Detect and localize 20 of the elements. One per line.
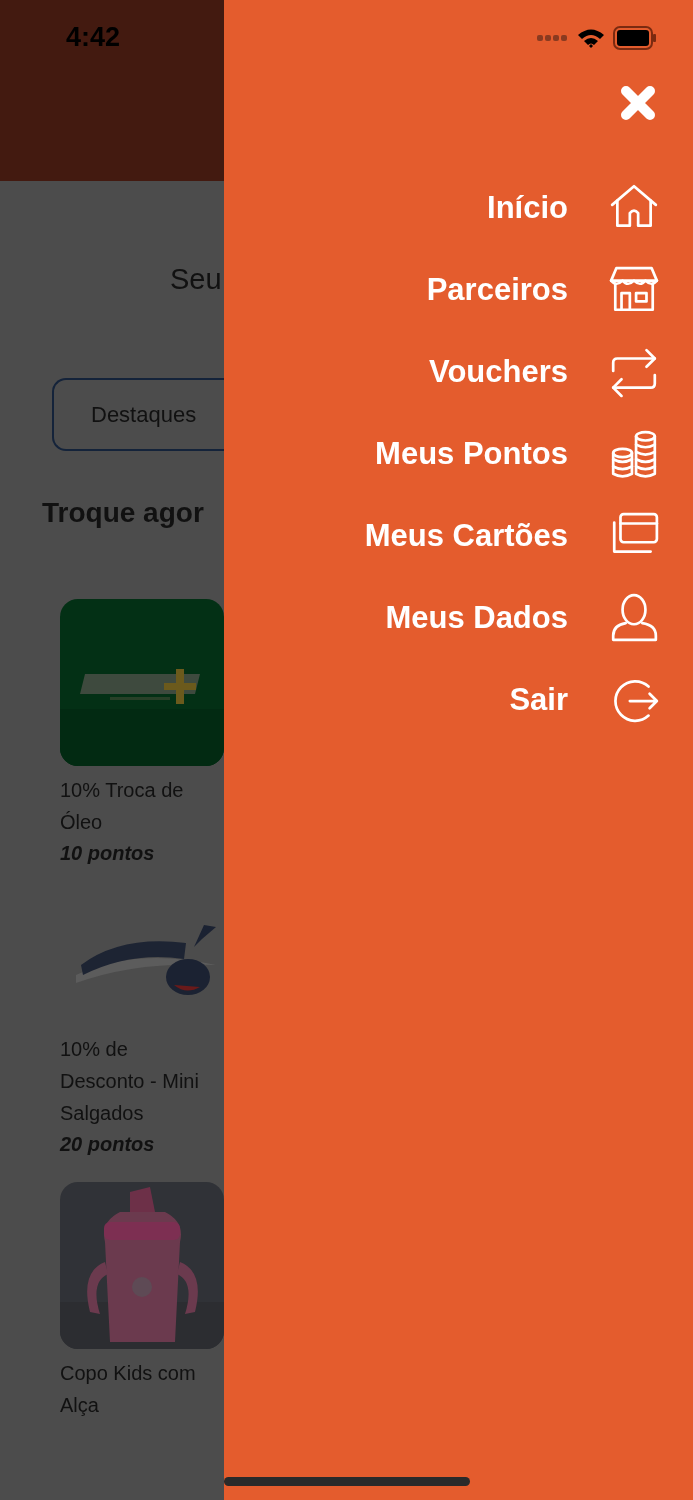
menu-item[interactable]: Vouchers xyxy=(364,346,660,398)
menu-item[interactable]: Meus Cartões xyxy=(364,510,660,562)
wifi-icon xyxy=(577,27,605,49)
points-label: 20 pontos xyxy=(60,1133,155,1156)
status-time: 4:42 xyxy=(66,22,121,53)
menu-item[interactable]: Início xyxy=(364,182,660,234)
close-icon xyxy=(620,85,656,121)
menu-item[interactable]: Meus Dados xyxy=(364,592,660,644)
product-title: 10% Troca de Óleo xyxy=(60,778,185,835)
menu-item[interactable]: Sair xyxy=(364,674,660,726)
product-title: 10% de Desconto - Mini Salgados xyxy=(60,1037,200,1126)
close-button[interactable] xyxy=(620,85,656,121)
page-heading: Seu xyxy=(170,263,222,296)
section-title: Troque agor xyxy=(42,497,204,529)
menu-item[interactable]: Meus Pontos xyxy=(364,428,660,480)
battery-icon xyxy=(613,26,657,50)
points-label: 10 pontos xyxy=(60,842,155,865)
signal-icon xyxy=(537,34,569,42)
menu-item[interactable]: Parceiros xyxy=(364,264,660,316)
product-title: Copo Kids com Alça xyxy=(60,1361,197,1418)
